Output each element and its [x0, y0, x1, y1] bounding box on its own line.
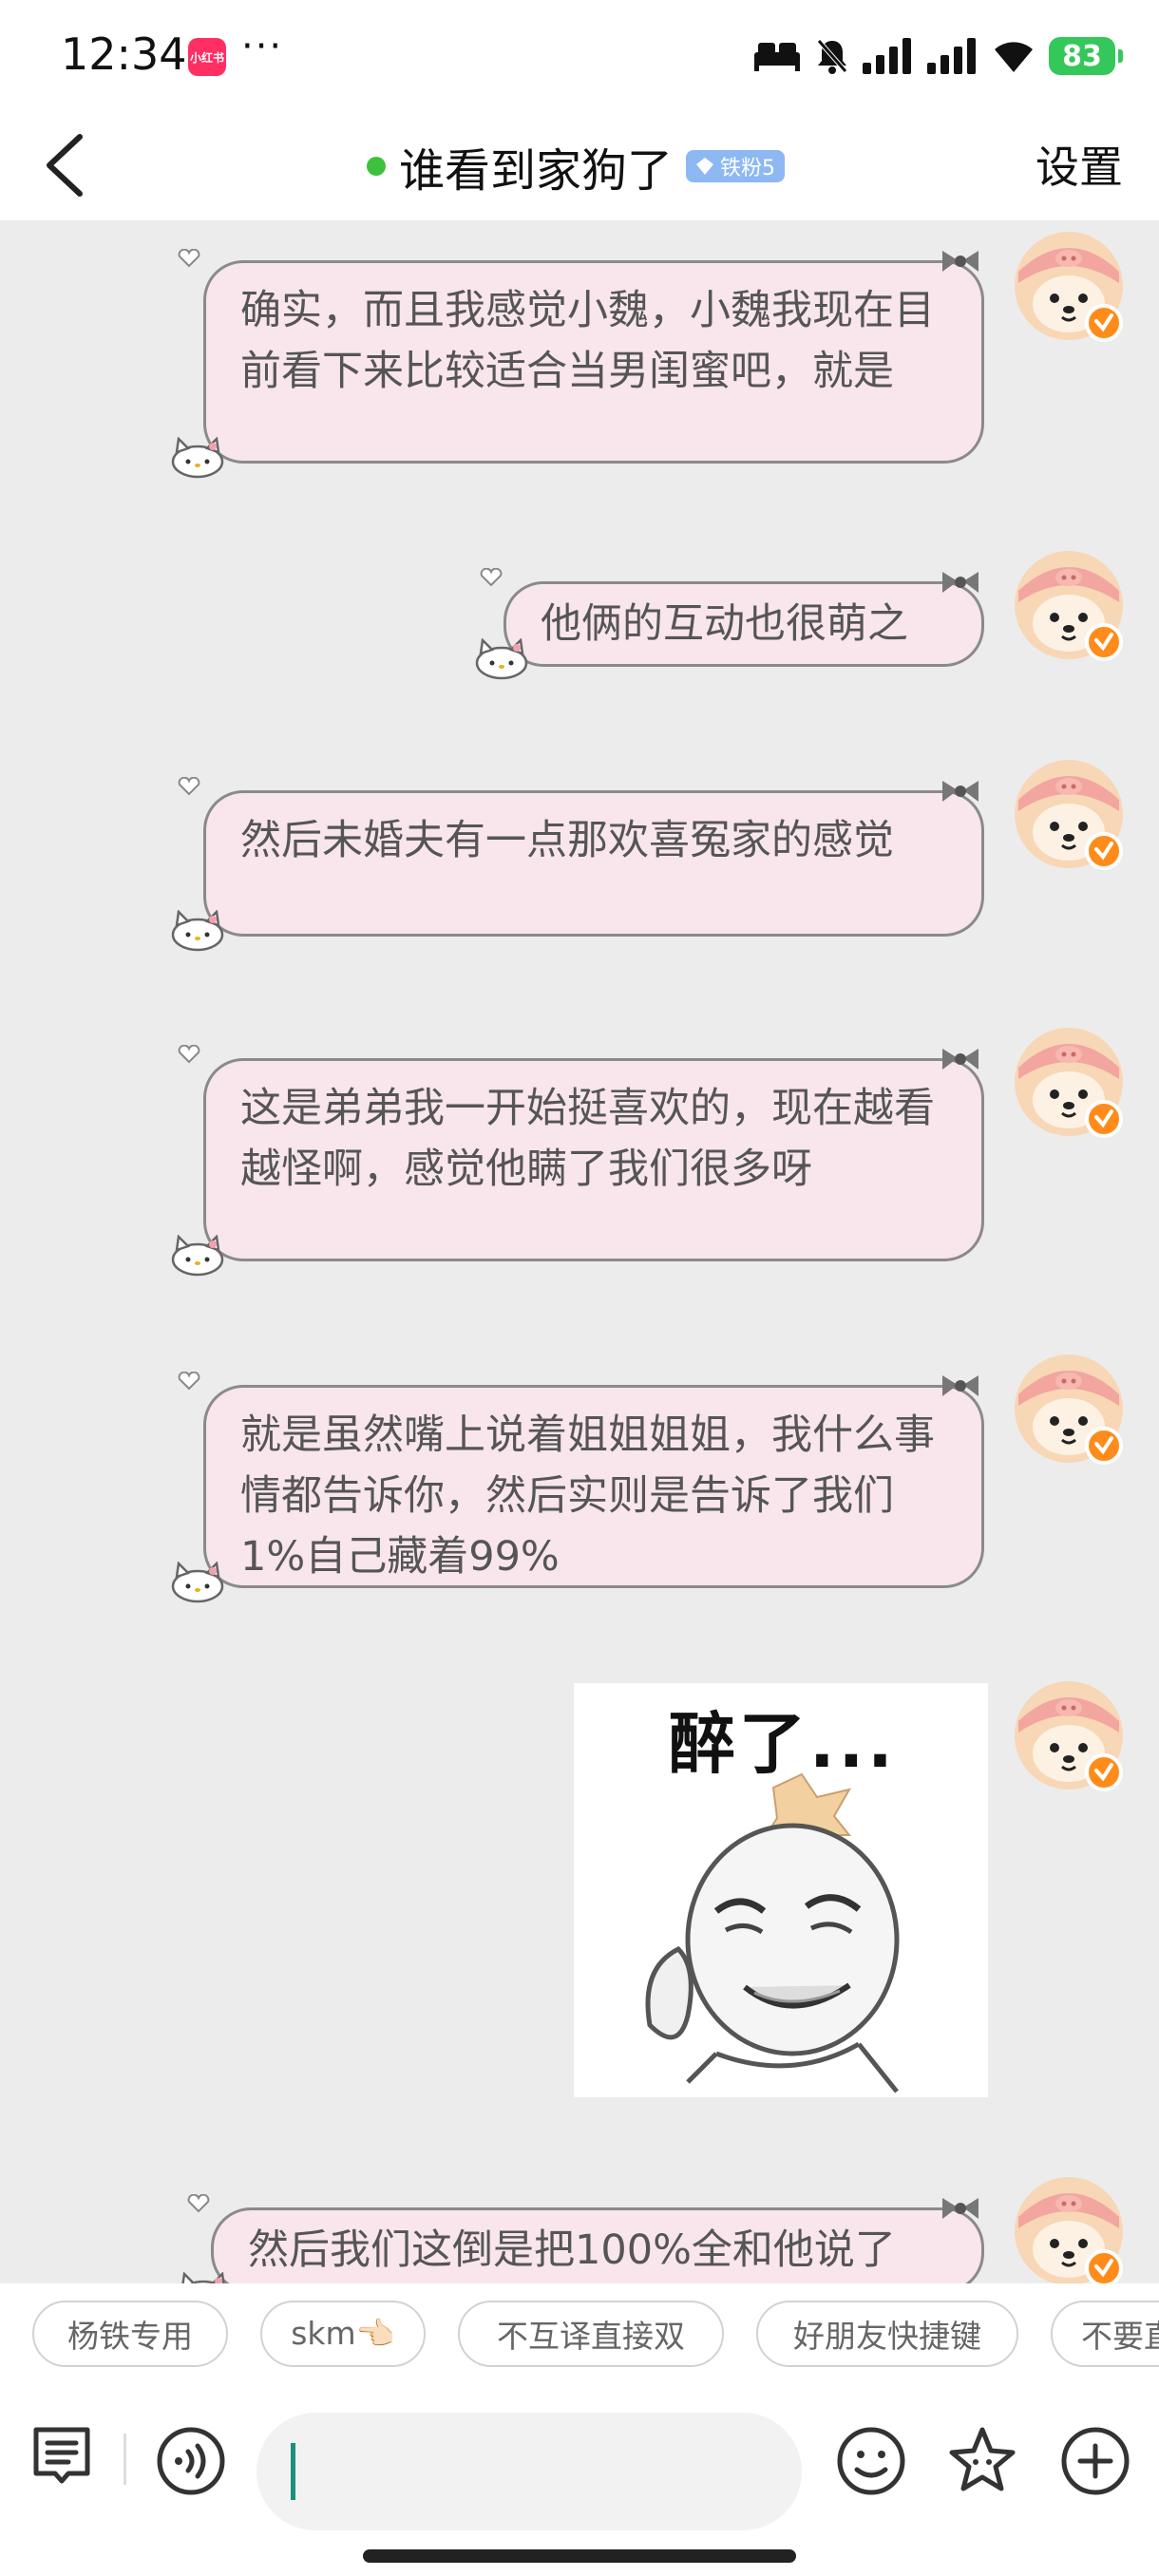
diamond-icon: [696, 158, 714, 175]
chat-header: 谁看到家狗了 铁粉5 设置: [0, 112, 1159, 220]
meme-face-icon: [645, 1772, 900, 2093]
message-bubble[interactable]: 就是虽然嘴上说着姐姐姐姐，我什么事情都告诉你，然后实则是告诉了我们1%自己藏着9…: [203, 1385, 984, 1588]
status-bar: 12:34 小红书 ··· 83: [0, 0, 1159, 112]
heart-decoration-icon: [178, 1045, 200, 1063]
message-text: 这是弟弟我一开始挺喜欢的，现在越看越怪啊，感觉他瞒了我们很多呀: [240, 1085, 935, 1193]
message-bubble[interactable]: 这是弟弟我一开始挺喜欢的，现在越看越怪啊，感觉他瞒了我们很多呀: [203, 1058, 984, 1261]
message-item: 然后我们这倒是把100%全和他说了: [0, 2168, 1159, 2283]
back-arrow-icon[interactable]: [32, 127, 108, 203]
avatar[interactable]: [1013, 2175, 1125, 2283]
hello-kitty-decoration-icon: [177, 2272, 230, 2283]
wifi-icon: [995, 42, 1033, 72]
sleep-mode-icon: [754, 43, 800, 71]
settings-button[interactable]: 设置: [1036, 133, 1123, 196]
mute-bell-icon: [817, 39, 847, 74]
message-list-icon[interactable]: [30, 2424, 93, 2492]
bow-decoration-icon: [942, 572, 978, 593]
xiaohongshu-app-icon: 小红书: [188, 38, 226, 76]
signal-2-icon: [927, 38, 976, 74]
message-bubble[interactable]: 然后未婚夫有一点那欢喜冤家的感觉: [203, 790, 984, 937]
signal-1-icon: [863, 38, 911, 74]
message-item: 这是弟弟我一开始挺喜欢的，现在越看越怪啊，感觉他瞒了我们很多呀: [0, 1020, 1159, 1286]
chat-title: 谁看到家狗了: [399, 144, 674, 198]
hello-kitty-decoration-icon: [171, 437, 224, 479]
text-caret: [291, 2443, 295, 2500]
voice-input-icon[interactable]: [156, 2426, 226, 2496]
message-text: 然后我们这倒是把100%全和他说了: [248, 2226, 896, 2274]
more-notifications-icon: ···: [241, 25, 284, 68]
quick-reply-chip[interactable]: 不要直: [1051, 2301, 1159, 2367]
sticker-favorite-icon[interactable]: [946, 2424, 1018, 2496]
heart-decoration-icon: [178, 1372, 200, 1390]
message-bubble[interactable]: 他俩的互动也很萌之: [504, 581, 984, 667]
message-list[interactable]: 确实，而且我感觉小魏，小魏我现在目前看下来比较适合当男闺蜜吧，就是 他俩的互动也…: [0, 220, 1159, 2283]
hello-kitty-decoration-icon: [171, 1235, 224, 1277]
hello-kitty-decoration-icon: [171, 1562, 224, 1603]
battery-icon: 83: [1049, 37, 1123, 75]
bow-decoration-icon: [942, 1049, 978, 1070]
message-text: 他俩的互动也很萌之: [541, 600, 908, 648]
online-status-dot: [367, 157, 386, 176]
heart-decoration-icon: [178, 777, 200, 795]
message-item: 就是虽然嘴上说着姐姐姐姐，我什么事情都告诉你，然后实则是告诉了我们1%自己藏着9…: [0, 1345, 1159, 1611]
heart-decoration-icon: [178, 249, 200, 267]
avatar[interactable]: [1013, 1353, 1125, 1465]
home-indicator[interactable]: [363, 2549, 796, 2563]
chat-title-group[interactable]: 谁看到家狗了 铁粉5: [367, 129, 786, 203]
avatar[interactable]: [1013, 1026, 1125, 1138]
quick-reply-chip[interactable]: 杨铁专用: [32, 2301, 228, 2367]
quick-reply-chip[interactable]: skm👈🏻: [260, 2301, 426, 2367]
avatar[interactable]: [1013, 549, 1125, 661]
avatar[interactable]: [1013, 1679, 1125, 1791]
message-text: 就是虽然嘴上说着姐姐姐姐，我什么事情都告诉你，然后实则是告诉了我们1%自己藏着9…: [240, 1411, 935, 1581]
heart-decoration-icon: [480, 568, 503, 586]
divider: [124, 2434, 126, 2485]
quick-reply-bar[interactable]: 杨铁专用 skm👈🏻 不互译直接双 好朋友快捷键 不要直: [0, 2283, 1159, 2390]
bow-decoration-icon: [942, 251, 978, 272]
avatar[interactable]: [1013, 230, 1125, 342]
hello-kitty-decoration-icon: [475, 638, 528, 680]
message-item: 醉了...: [0, 1679, 1159, 2097]
fan-level-label: 铁粉5: [720, 157, 776, 180]
message-item: 他俩的互动也很萌之: [0, 543, 1159, 680]
add-more-icon[interactable]: [1060, 2426, 1130, 2496]
emoji-icon[interactable]: [836, 2426, 906, 2496]
message-bubble[interactable]: 确实，而且我感觉小魏，小魏我现在目前看下来比较适合当男闺蜜吧，就是: [203, 260, 984, 464]
bow-decoration-icon: [942, 2198, 978, 2219]
message-text: 然后未婚夫有一点那欢喜冤家的感觉: [240, 817, 894, 864]
status-time: 12:34: [61, 28, 187, 80]
hello-kitty-decoration-icon: [171, 910, 224, 952]
quick-reply-chip[interactable]: 好朋友快捷键: [756, 2301, 1018, 2367]
sticker-image[interactable]: 醉了...: [574, 1683, 988, 2097]
heart-decoration-icon: [187, 2194, 210, 2212]
message-input[interactable]: [256, 2413, 802, 2530]
message-text: 确实，而且我感觉小魏，小魏我现在目前看下来比较适合当男闺蜜吧，就是: [240, 287, 935, 395]
fan-level-badge: 铁粉5: [686, 150, 786, 182]
input-bar: [0, 2390, 1159, 2576]
message-item: 确实，而且我感觉小魏，小魏我现在目前看下来比较适合当男闺蜜吧，就是: [0, 220, 1159, 479]
quick-reply-chip[interactable]: 不互译直接双: [458, 2301, 724, 2367]
avatar[interactable]: [1013, 758, 1125, 870]
system-icons: 83: [752, 32, 1123, 80]
bow-decoration-icon: [942, 781, 978, 802]
message-item: 然后未婚夫有一点那欢喜冤家的感觉: [0, 752, 1159, 961]
message-bubble[interactable]: 然后我们这倒是把100%全和他说了: [211, 2207, 984, 2283]
bow-decoration-icon: [942, 1375, 978, 1396]
